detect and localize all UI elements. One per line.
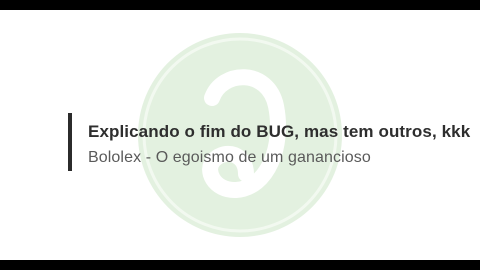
- title-accent-bar: [68, 113, 72, 171]
- video-headline: Explicando o fim do BUG, mas tem outros,…: [88, 122, 471, 141]
- letterbox-top: [0, 0, 480, 10]
- letterbox-bottom: [0, 260, 480, 270]
- title-card: Explicando o fim do BUG, mas tem outros,…: [0, 10, 480, 260]
- video-frame: Explicando o fim do BUG, mas tem outros,…: [0, 0, 480, 270]
- video-subtitle: Bololex - O egoismo de um ganancioso: [88, 149, 371, 166]
